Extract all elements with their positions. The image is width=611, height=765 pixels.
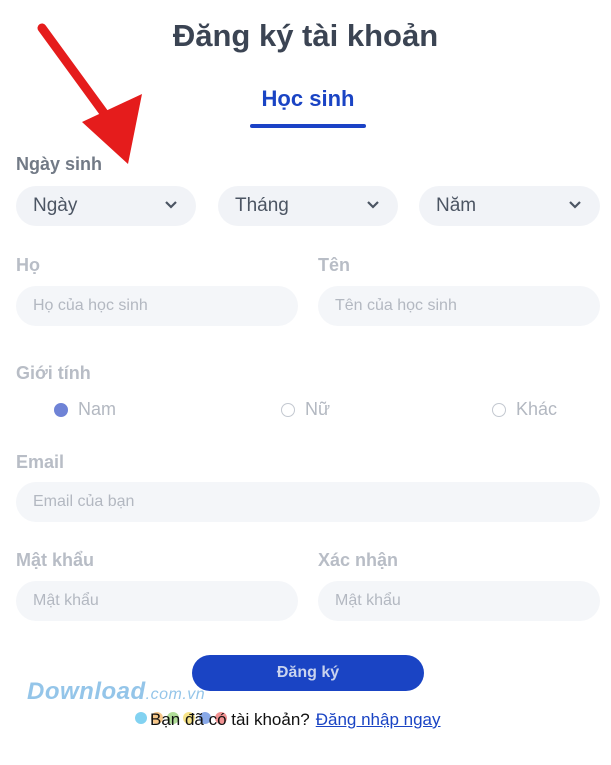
radio-unchecked-icon — [492, 402, 506, 417]
password-placeholder: Mật khẩu — [33, 592, 99, 609]
confirm-placeholder: Mật khẩu — [335, 592, 401, 609]
radio-unchecked-icon — [281, 402, 295, 417]
confirm-label: Xác nhận — [318, 550, 399, 570]
password-label: Mật khẩu — [16, 550, 95, 570]
month-select[interactable]: Tháng — [218, 186, 398, 226]
day-select[interactable]: Ngày — [16, 186, 196, 226]
radio-checked-icon — [54, 402, 68, 417]
login-prompt-text: Bạn đã có tài khoản? — [150, 710, 310, 729]
gender-label: Giới tính — [16, 363, 91, 383]
chevron-down-icon — [367, 201, 379, 209]
gender-option-female[interactable]: Nữ — [281, 399, 330, 420]
birthdate-label: Ngày sinh — [16, 154, 103, 174]
password-field[interactable]: Mật khẩu — [16, 581, 298, 621]
gender-option-male[interactable]: Nam — [54, 399, 116, 420]
register-button[interactable]: Đăng ký — [192, 655, 424, 691]
year-select[interactable]: Năm — [419, 186, 600, 226]
gender-option-other[interactable]: Khác — [492, 399, 557, 420]
tab-active-indicator — [250, 124, 366, 128]
lastname-field[interactable]: Họ của học sinh — [16, 286, 298, 326]
watermark-main: Download — [27, 678, 146, 705]
email-field[interactable]: Email của bạn — [16, 482, 600, 522]
gender-option-label: Khác — [516, 399, 558, 419]
firstname-placeholder: Tên của học sinh — [335, 297, 457, 314]
day-select-value: Ngày — [33, 195, 78, 216]
month-select-value: Tháng — [235, 195, 289, 216]
gender-option-label: Nam — [78, 399, 117, 419]
watermark-suffix: .com.vn — [145, 686, 206, 703]
year-select-value: Năm — [436, 195, 477, 216]
chevron-down-icon — [165, 201, 177, 209]
confirm-field[interactable]: Mật khẩu — [318, 581, 600, 621]
email-placeholder: Email của bạn — [33, 493, 135, 510]
login-prompt-row: Bạn đã có tài khoản? Đăng nhập ngay — [136, 710, 441, 730]
firstname-label: Tên — [318, 255, 351, 275]
annotation-arrow-icon — [37, 23, 142, 164]
lastname-placeholder: Họ của học sinh — [33, 297, 148, 314]
watermark-logo: Download.com.vn — [27, 678, 205, 706]
tab-student[interactable]: Học sinh — [248, 86, 368, 112]
chevron-down-icon — [569, 201, 581, 209]
lastname-label: Họ — [16, 255, 40, 275]
gender-option-label: Nữ — [305, 399, 331, 419]
firstname-field[interactable]: Tên của học sinh — [318, 286, 600, 326]
email-label: Email — [16, 452, 65, 472]
login-link[interactable]: Đăng nhập ngay — [316, 710, 441, 730]
